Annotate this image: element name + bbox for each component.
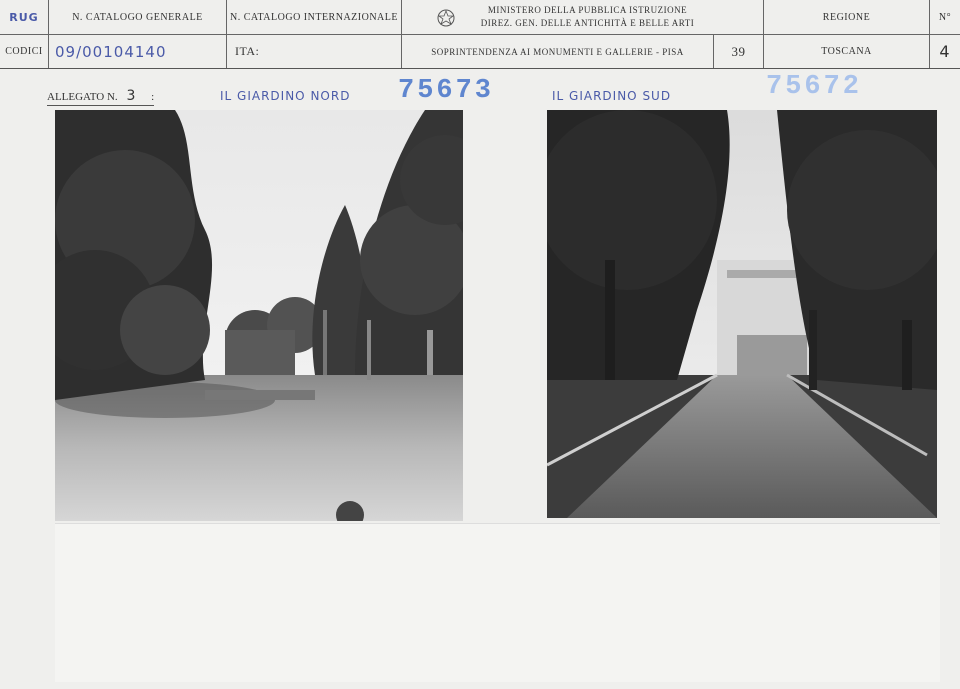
catalogo-internazionale-label-cell: N. CATALOGO INTERNAZIONALE bbox=[227, 0, 402, 34]
ita-label: ITA: bbox=[235, 44, 260, 58]
numero-value: 4 bbox=[939, 42, 951, 61]
stamp-nord: 75673 bbox=[398, 76, 495, 106]
catalogo-generale-value-cell: 09/00104140 bbox=[49, 35, 227, 68]
blank-area bbox=[55, 523, 940, 682]
stamp-sud: 75672 bbox=[766, 72, 863, 102]
numero-label-cell: N° bbox=[930, 0, 960, 34]
codici-label: CODICI bbox=[5, 46, 43, 57]
header-grid: RUG CODICI N. CATALOGO GENERALE 09/00104… bbox=[0, 0, 960, 69]
photo-giardino-nord bbox=[55, 110, 463, 521]
corner-mark-cell: RUG bbox=[0, 0, 49, 34]
numero-value-cell: 4 bbox=[930, 35, 960, 68]
code-number-cell: 39 bbox=[714, 35, 764, 68]
numero-label: N° bbox=[938, 11, 952, 23]
soprintendenza-cell: SOPRINTENDENZA AI MONUMENTI E GALLERIE -… bbox=[402, 35, 714, 68]
caption-nord: IL GIARDINO NORD bbox=[220, 89, 351, 103]
corner-mark: RUG bbox=[9, 10, 39, 24]
photo-sud-image bbox=[547, 110, 937, 518]
regione-label-cell: REGIONE bbox=[764, 0, 930, 34]
codici-cell: CODICI bbox=[0, 35, 49, 68]
catalogo-internazionale-label: N. CATALOGO INTERNAZIONALE bbox=[229, 11, 398, 23]
regione-value-cell: TOSCANA bbox=[764, 35, 930, 68]
catalog-card: RUG CODICI N. CATALOGO GENERALE 09/00104… bbox=[0, 0, 960, 689]
regione-value: TOSCANA bbox=[821, 46, 872, 57]
allegato-colon: : bbox=[151, 91, 155, 103]
code-number: 39 bbox=[731, 43, 746, 59]
catalogo-generale-value: 09/00104140 bbox=[55, 42, 167, 61]
ministero-line1: MINISTERO DELLA PUBBLICA ISTRUZIONE bbox=[487, 5, 688, 15]
photo-giardino-sud bbox=[547, 110, 937, 518]
allegato-line: ALLEGATO N. 3 : bbox=[47, 88, 155, 106]
ministero-block: MINISTERO DELLA PUBBLICA ISTRUZIONE DIRE… bbox=[481, 4, 694, 30]
ita-cell: ITA: bbox=[227, 35, 402, 68]
allegato-number: 3 bbox=[126, 88, 137, 104]
catalogo-generale-label-cell: N. CATALOGO GENERALE bbox=[49, 0, 227, 34]
caption-sud: IL GIARDINO SUD bbox=[552, 89, 672, 103]
regione-label: REGIONE bbox=[822, 11, 871, 23]
emblem-icon bbox=[437, 9, 455, 27]
ministero-line2: DIREZ. GEN. DELLE ANTICHITÀ E BELLE ARTI bbox=[480, 18, 695, 28]
allegato-label: ALLEGATO N. bbox=[47, 91, 118, 103]
catalogo-generale-label: N. CATALOGO GENERALE bbox=[72, 11, 203, 23]
ministero-cell: MINISTERO DELLA PUBBLICA ISTRUZIONE DIRE… bbox=[402, 0, 764, 34]
photo-nord-image bbox=[55, 110, 463, 521]
soprintendenza-text: SOPRINTENDENZA AI MONUMENTI E GALLERIE -… bbox=[431, 46, 684, 57]
